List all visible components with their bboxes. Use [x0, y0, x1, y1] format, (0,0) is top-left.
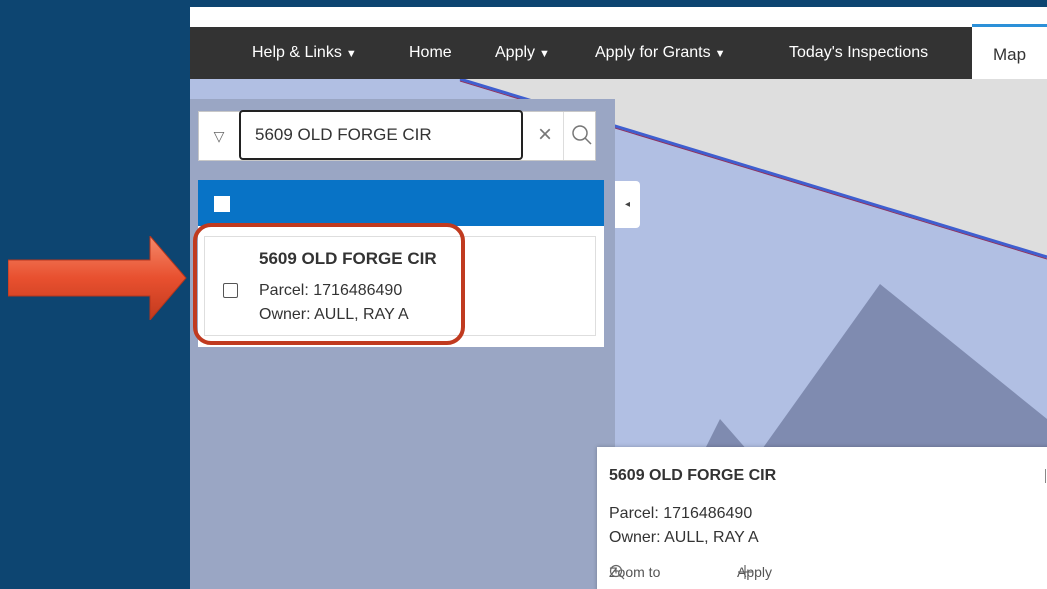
nav-help-links-label: Help & Links: [252, 44, 342, 61]
arrow-right-icon: [8, 236, 187, 320]
popup-title: 5609 OLD FORGE CIR: [609, 467, 777, 484]
nav-todays-inspections[interactable]: Today's Inspections: [789, 27, 928, 79]
nav-todays-inspections-label: Today's Inspections: [789, 44, 929, 61]
caret-down-icon: ▼: [539, 48, 550, 60]
popup-parcel: Parcel: 1716486490: [609, 505, 753, 522]
search-icon: [572, 125, 592, 145]
search-input[interactable]: [239, 110, 523, 160]
close-icon[interactable]: ×: [527, 112, 563, 160]
caret-down-icon: ▼: [714, 48, 726, 60]
results-header: [198, 180, 604, 226]
popup-owner: Owner: AULL, RAY A: [609, 529, 759, 546]
zoom-to-action[interactable]: Zoom to: [609, 564, 660, 580]
apply-action[interactable]: Apply: [737, 564, 772, 580]
caret-down-icon: ▼: [345, 48, 357, 60]
nav-home[interactable]: Home: [409, 27, 452, 79]
search-button[interactable]: [563, 112, 598, 160]
nav-home-label: Home: [409, 44, 452, 61]
nav-help-links[interactable]: Help & Links ▼: [252, 27, 357, 79]
search-box: ▽ ×: [198, 110, 598, 161]
collapse-panel-button[interactable]: ◂: [615, 181, 640, 228]
highlight-annotation: [193, 223, 465, 345]
plus-icon: [738, 565, 752, 579]
nav-apply-grants-label: Apply for Grants: [595, 44, 711, 61]
tab-map[interactable]: Map: [972, 24, 1047, 79]
nav-apply[interactable]: Apply ▼: [495, 27, 550, 79]
zoom-in-icon: [609, 564, 625, 580]
nav-apply-grants[interactable]: Apply for Grants ▼: [595, 27, 726, 79]
filter-triangle-icon[interactable]: ▽: [199, 112, 239, 160]
top-navbar: Help & Links ▼ Home Apply ▼ Apply for Gran…: [190, 24, 1047, 79]
select-all-checkbox[interactable]: [214, 196, 230, 212]
nav-apply-label: Apply: [495, 44, 536, 61]
map-popup: 5609 OLD FORGE CIR Parcel: 1716486490 Ow…: [597, 447, 1047, 589]
